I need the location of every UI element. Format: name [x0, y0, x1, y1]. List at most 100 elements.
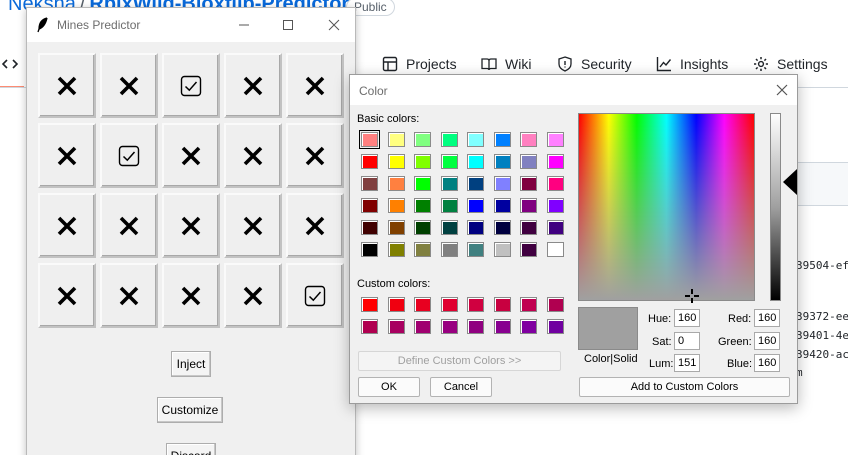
discard-button[interactable]: Discard [166, 443, 216, 455]
basic-color-swatch[interactable] [520, 176, 537, 191]
basic-color-swatch[interactable] [493, 154, 511, 169]
basic-color-swatch[interactable] [493, 198, 511, 213]
mine-cell[interactable] [100, 123, 158, 188]
basic-color-swatch[interactable] [440, 242, 458, 257]
basic-color-swatch[interactable] [546, 242, 564, 257]
mine-cell[interactable] [100, 263, 158, 328]
tab-security[interactable]: Security [557, 54, 632, 74]
custom-color-swatch[interactable] [361, 297, 378, 312]
mines-titlebar[interactable]: Mines Predictor [27, 8, 355, 42]
custom-color-swatch[interactable] [546, 319, 564, 334]
basic-color-swatch[interactable] [414, 154, 431, 169]
basic-color-swatch[interactable] [359, 130, 380, 149]
basic-color-swatch[interactable] [361, 242, 378, 257]
basic-color-swatch[interactable] [493, 220, 511, 235]
commit-hash[interactable]: 39420-ac [796, 348, 848, 361]
tab-settings[interactable]: Settings [753, 54, 828, 74]
mine-cell[interactable] [38, 53, 96, 118]
basic-color-swatch[interactable] [546, 176, 564, 191]
lum-input[interactable]: 151 [674, 354, 700, 372]
basic-color-swatch[interactable] [493, 132, 511, 147]
color-spectrum[interactable] [578, 113, 755, 301]
custom-color-swatch[interactable] [493, 319, 511, 334]
mine-cell[interactable] [162, 193, 220, 258]
close-icon[interactable] [774, 82, 790, 98]
tab-wiki[interactable]: Wiki [481, 54, 531, 74]
define-custom-colors-button[interactable]: Define Custom Colors >> [358, 351, 561, 371]
close-button[interactable] [323, 14, 345, 36]
ok-button[interactable]: OK [358, 377, 420, 397]
tab-insights[interactable]: Insights [656, 54, 728, 74]
mine-cell[interactable] [100, 193, 158, 258]
custom-color-swatch[interactable] [467, 319, 484, 334]
basic-color-swatch[interactable] [414, 132, 431, 147]
commit-hash[interactable]: 39372-ee [796, 310, 848, 323]
basic-color-swatch[interactable] [440, 198, 458, 213]
custom-color-swatch[interactable] [546, 297, 564, 312]
custom-color-swatch[interactable] [414, 319, 431, 334]
tab-projects[interactable]: Projects [382, 54, 457, 74]
custom-color-swatch[interactable] [387, 297, 405, 312]
basic-color-swatch[interactable] [440, 154, 458, 169]
basic-color-swatch[interactable] [361, 198, 378, 213]
basic-color-swatch[interactable] [520, 132, 537, 147]
basic-color-swatch[interactable] [467, 242, 484, 257]
basic-color-swatch[interactable] [440, 176, 458, 191]
mine-cell[interactable] [162, 263, 220, 328]
basic-color-swatch[interactable] [546, 132, 564, 147]
add-to-custom-colors-button[interactable]: Add to Custom Colors [579, 377, 790, 397]
custom-color-swatch[interactable] [440, 319, 458, 334]
mine-cell[interactable] [286, 53, 344, 118]
inject-button[interactable]: Inject [171, 351, 211, 377]
mine-cell[interactable] [162, 53, 220, 118]
custom-color-swatch[interactable] [520, 297, 537, 312]
basic-color-swatch[interactable] [546, 220, 564, 235]
green-input[interactable]: 160 [754, 332, 780, 350]
mine-cell[interactable] [38, 193, 96, 258]
basic-color-swatch[interactable] [387, 220, 405, 235]
basic-color-swatch[interactable] [546, 154, 564, 169]
custom-color-swatch[interactable] [414, 297, 431, 312]
custom-color-swatch[interactable] [493, 297, 511, 312]
basic-color-swatch[interactable] [520, 220, 537, 235]
customize-button[interactable]: Customize [157, 397, 223, 423]
custom-color-swatch[interactable] [361, 319, 378, 334]
hue-input[interactable]: 160 [674, 309, 700, 327]
mine-cell[interactable] [100, 53, 158, 118]
basic-color-swatch[interactable] [440, 220, 458, 235]
commit-hash[interactable]: 39401-4e [796, 329, 848, 342]
basic-color-swatch[interactable] [467, 132, 484, 147]
cancel-button[interactable]: Cancel [430, 377, 492, 397]
basic-color-swatch[interactable] [414, 198, 431, 213]
mine-cell[interactable] [162, 123, 220, 188]
basic-color-swatch[interactable] [520, 198, 537, 213]
luminance-arrow-icon[interactable] [783, 169, 797, 195]
basic-color-swatch[interactable] [387, 198, 405, 213]
basic-color-swatch[interactable] [546, 198, 564, 213]
basic-color-swatch[interactable] [361, 176, 378, 191]
mine-cell[interactable] [224, 53, 282, 118]
minimize-button[interactable] [233, 14, 255, 36]
basic-color-swatch[interactable] [467, 176, 484, 191]
basic-color-swatch[interactable] [387, 132, 405, 147]
custom-color-swatch[interactable] [440, 297, 458, 312]
basic-color-swatch[interactable] [440, 132, 458, 147]
basic-color-swatch[interactable] [467, 198, 484, 213]
basic-color-swatch[interactable] [414, 220, 431, 235]
basic-color-swatch[interactable] [387, 242, 405, 257]
basic-color-swatch[interactable] [387, 176, 405, 191]
mine-cell[interactable] [224, 263, 282, 328]
custom-color-swatch[interactable] [520, 319, 537, 334]
basic-color-swatch[interactable] [387, 154, 405, 169]
basic-color-swatch[interactable] [414, 176, 431, 191]
basic-color-swatch[interactable] [493, 242, 511, 257]
commit-hash[interactable]: 39504-ef [796, 259, 848, 272]
basic-color-swatch[interactable] [414, 242, 431, 257]
basic-color-swatch[interactable] [361, 154, 378, 169]
blue-input[interactable]: 160 [754, 354, 780, 372]
basic-color-swatch[interactable] [520, 154, 537, 169]
mine-cell[interactable] [38, 123, 96, 188]
mine-cell[interactable] [224, 123, 282, 188]
color-dialog-titlebar[interactable]: Color [350, 75, 797, 105]
luminance-slider[interactable] [770, 113, 781, 301]
